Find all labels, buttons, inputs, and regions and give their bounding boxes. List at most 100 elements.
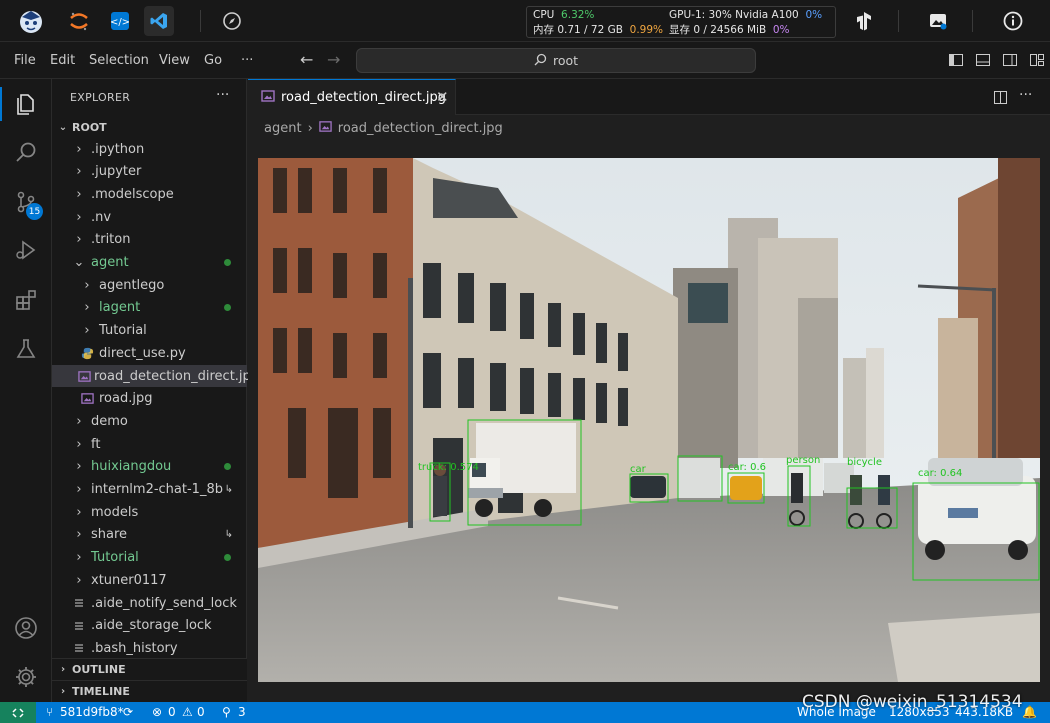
chevron-down-icon: ⌄ [58,121,68,133]
account-icon[interactable] [11,613,41,643]
branch-name[interactable]: 581d9fb8* [60,705,124,719]
menu-edit[interactable]: Edit [50,53,75,68]
toggle-secondary-sidebar-icon[interactable] [1002,52,1018,72]
back-arrow-icon[interactable]: ← [300,50,313,69]
editor-more-actions-icon[interactable]: ··· [1019,87,1032,103]
modified-indicator [224,554,231,562]
tree-folder[interactable]: › share ↳ [52,524,247,546]
mem-value: 0.99% [629,24,664,36]
file-icon [70,620,88,632]
tree-item-label: .jupyter [91,164,142,180]
tree-folder[interactable]: › internlm2-chat-1_8b ↳ [52,479,247,501]
toggle-sidebar-icon[interactable] [948,52,964,72]
warning-count: 0 [197,705,205,719]
chevron-right-icon: › [60,686,66,697]
tensorflow-icon[interactable] [849,6,879,36]
testing-icon[interactable] [11,334,41,364]
assistant-avatar-icon[interactable] [16,6,46,36]
tree-item-label: agent [91,255,129,270]
customize-layout-icon[interactable] [1029,52,1045,72]
menu-more[interactable]: ··· [241,53,253,68]
menu-selection[interactable]: Selection [89,53,149,68]
python-file-icon [78,347,96,360]
file-icon [70,642,88,654]
tree-item-label: .ipython [91,141,145,157]
menu-view[interactable]: View [159,53,190,68]
tree-item-label: demo [91,413,128,429]
search-icon[interactable] [11,137,41,167]
explorer-more-actions[interactable]: ··· [216,87,229,103]
extensions-icon[interactable] [11,285,41,315]
tree-folder[interactable]: › Tutorial [52,320,247,342]
tree-file[interactable]: .aide_notify_send_lock [52,592,247,614]
close-tab-icon[interactable]: ✕ [436,88,449,106]
tree-folder[interactable]: › ft [52,433,247,455]
tree-folder[interactable]: › .jupyter [52,161,247,183]
forward-arrow-icon[interactable]: → [327,50,340,69]
tree-item-label: Tutorial [91,550,139,566]
outline-section[interactable]: › OUTLINE [52,658,247,680]
explorer-icon[interactable] [11,89,41,119]
menu-go[interactable]: Go [204,53,222,68]
menu-file[interactable]: File [14,53,36,68]
breadcrumb-folder[interactable]: agent [264,121,302,136]
errors-icon[interactable]: ⊗ [152,705,162,719]
compass-icon[interactable] [217,6,247,36]
breadcrumb-file[interactable]: road_detection_direct.jpg [338,121,503,136]
tab-road-detection-direct[interactable]: road_detection_direct.jpg ✕ [248,79,456,115]
tree-folder[interactable]: › .ipython [52,138,247,160]
command-center-search[interactable]: root [356,48,756,73]
tree-folder[interactable]: › xtuner0117 [52,569,247,591]
info-icon[interactable] [998,6,1028,36]
image-file-icon [319,120,332,137]
notifications-bell-icon[interactable]: 🔔 [1022,705,1037,719]
tree-folder[interactable]: › Tutorial [52,547,247,569]
detection-label: car [630,464,647,475]
tree-item-label: .nv [91,209,112,225]
vscode-remote-icon[interactable]: </> [105,6,135,36]
tree-folder[interactable]: › .triton [52,229,247,251]
ports-icon[interactable]: ⚲ [222,705,231,719]
root-folder-header[interactable]: ⌄ ROOT [52,116,247,138]
split-editor-icon[interactable] [993,90,1008,109]
timeline-section[interactable]: › TIMELINE [52,680,247,702]
tree-file[interactable]: .aide_storage_lock [52,615,247,637]
tree-item-label: lagent [99,300,141,316]
tab-label: road_detection_direct.jpg [281,90,447,105]
vscode-icon[interactable] [144,6,174,36]
sync-icon[interactable]: ⟳ [123,705,133,719]
chevron-right-icon: › [76,482,82,497]
cpu-label: CPU [533,9,555,21]
detection-label: truck: 0.574 [418,462,479,473]
toggle-panel-icon[interactable] [975,52,991,72]
image-preview[interactable]: truck: 0.574 car car: 0.6 person bicycle… [258,158,1040,682]
modified-indicator [224,259,231,266]
chevron-right-icon: › [76,141,82,157]
chevron-right-icon: › [76,459,82,475]
jupyter-icon[interactable] [64,6,94,36]
toolbar-divider [898,10,899,32]
remote-icon [12,707,24,718]
svg-text:</>: </> [110,17,130,28]
tree-folder[interactable]: › lagent [52,297,247,319]
tree-folder[interactable]: › models [52,501,247,523]
tree-folder[interactable]: › huixiangdou [52,456,247,478]
image-icon[interactable] [923,6,953,36]
tree-folder[interactable]: › demo [52,410,247,432]
tree-file[interactable]: direct_use.py [52,342,247,364]
remote-indicator[interactable] [0,702,36,723]
settings-gear-icon[interactable] [11,662,41,692]
tree-folder[interactable]: ⌄ agent [52,252,247,274]
warning-icon[interactable]: ⚠ [182,705,193,719]
tree-item-label: Tutorial [99,323,147,339]
tree-folder[interactable]: › .nv [52,206,247,228]
tree-folder[interactable]: › .modelscope [52,183,247,205]
chevron-right-icon: › [84,323,90,339]
tree-file[interactable]: .bash_history [52,637,247,659]
tree-folder[interactable]: › agentlego [52,274,247,296]
detection-label: car: 0.64 [918,468,962,479]
run-debug-icon[interactable] [11,235,41,265]
tree-item-label: road_detection_direct.jpg [94,368,260,384]
tree-file[interactable]: road_detection_direct.jpg [52,365,259,387]
tree-file[interactable]: road.jpg [52,388,247,410]
